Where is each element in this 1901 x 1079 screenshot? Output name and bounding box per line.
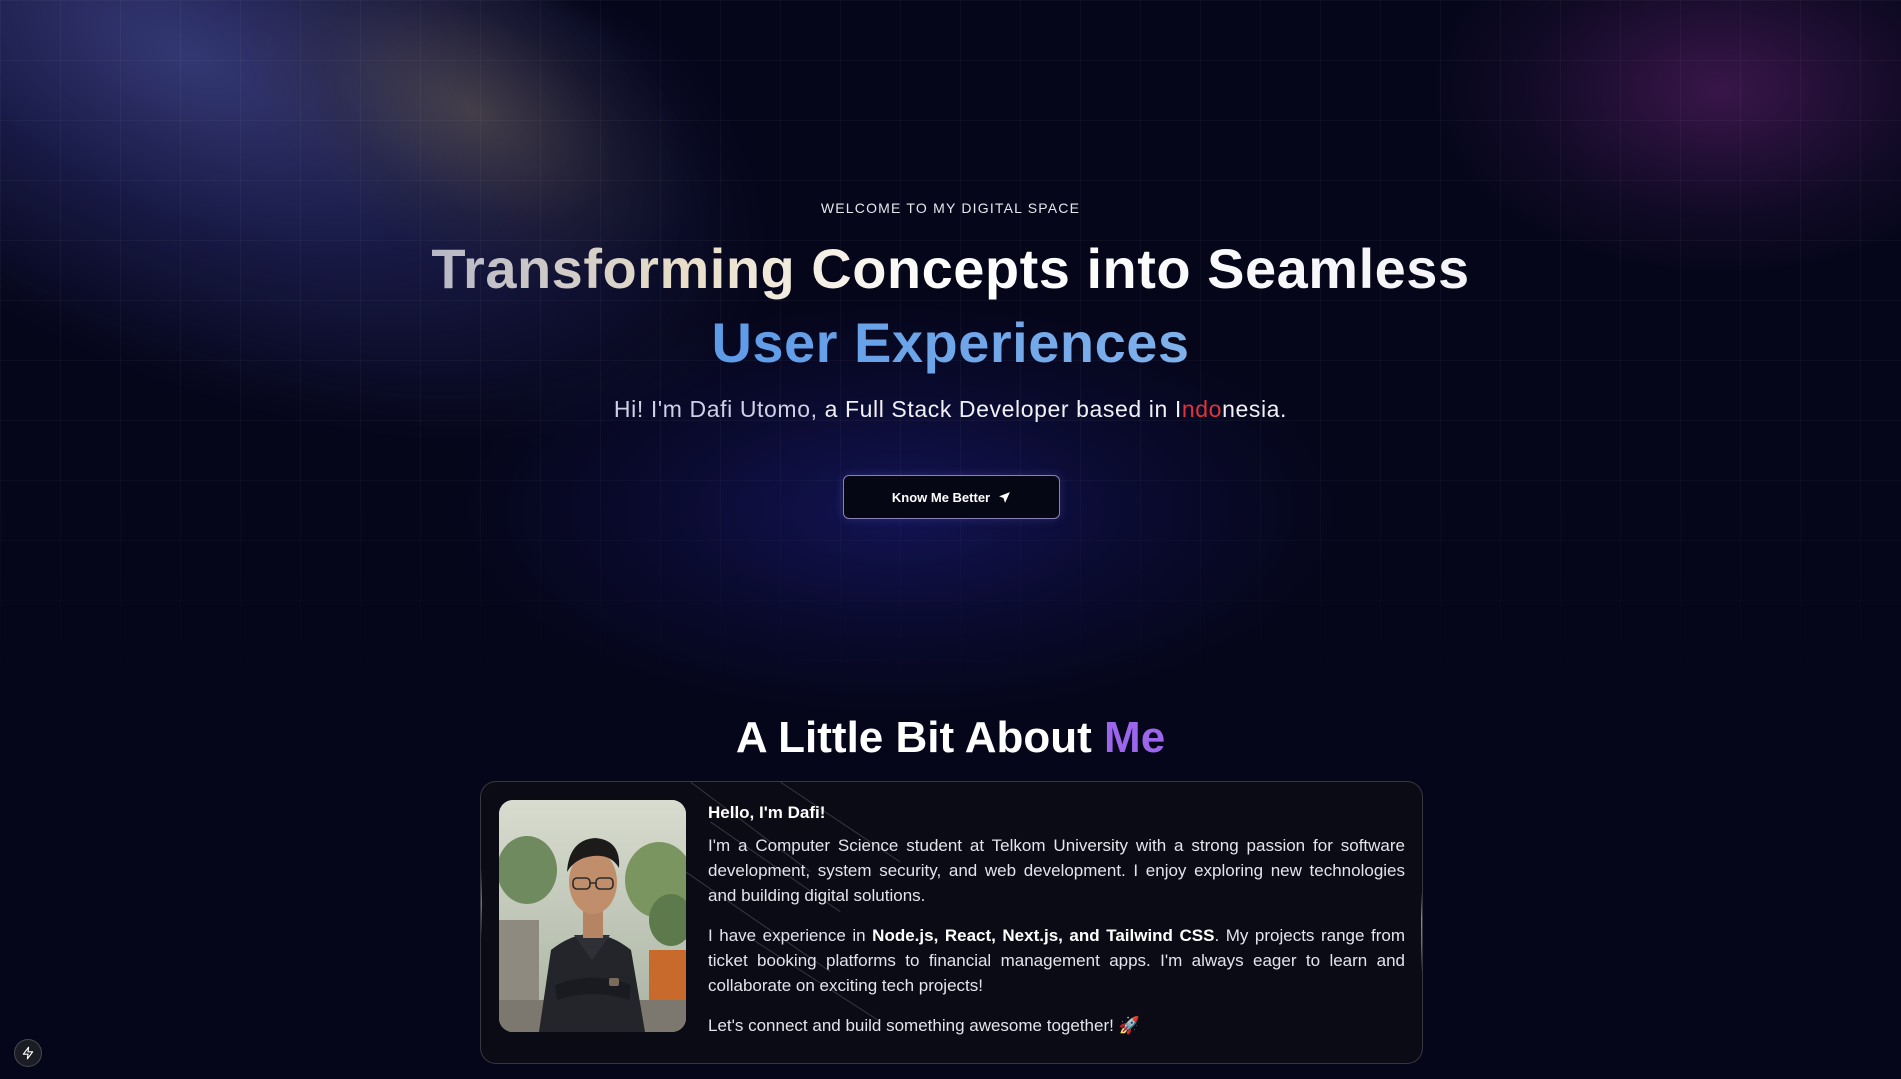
about-greeting: Hello, I'm Dafi! — [708, 803, 826, 822]
hero-headline: Transforming Concepts into Seamless User… — [0, 232, 1901, 380]
about-paragraph-3: Let's connect and build something awesom… — [708, 1016, 1140, 1035]
lightning-badge-button[interactable] — [14, 1039, 42, 1067]
about-title-accent: Me — [1104, 713, 1166, 762]
card-edge-glow-left — [481, 868, 482, 938]
send-arrow-icon — [999, 491, 1011, 503]
profile-photo-illustration — [499, 800, 686, 1032]
hero-headline-line1: Transforming Concepts into Seamless — [431, 232, 1469, 306]
card-edge-glow-right — [1421, 892, 1422, 972]
hero-eyebrow: WELCOME TO MY DIGITAL SPACE — [820, 200, 1081, 216]
know-me-better-label: Know Me Better — [891, 489, 991, 505]
hero-subline-country-2: ndo — [1181, 396, 1223, 422]
about-paragraph-2: I have experience in Node.js, React, Nex… — [708, 923, 1405, 998]
about-paragraph-1: I'm a Computer Science student at Telkom… — [708, 836, 1405, 905]
hero-subline-country-1: I — [1174, 396, 1182, 422]
about-card: Hello, I'm Dafi! I'm a Computer Science … — [480, 781, 1423, 1064]
lightning-icon — [22, 1046, 34, 1060]
profile-photo — [499, 800, 686, 1032]
hero-subline: Hi! I'm Dafi Utomo, a Full Stack Develop… — [0, 396, 1901, 423]
hero-headline-line2: User Experiences — [711, 306, 1189, 380]
know-me-better-button[interactable]: Know Me Better — [843, 475, 1060, 519]
hero-subline-middle: a Full Stack Developer based in — [817, 396, 1175, 422]
hero-subline-country-3: nesia. — [1222, 396, 1288, 422]
about-title-main: A Little Bit About — [735, 713, 1105, 762]
hero-subline-lead: Hi! I'm Dafi Utomo, — [613, 396, 818, 422]
about-paragraph-2-skills: Node.js, React, Next.js, and Tailwind CS… — [872, 926, 1215, 945]
about-paragraph-2-start: I have experience in — [708, 926, 873, 945]
about-title: A Little Bit About Me — [0, 713, 1901, 763]
about-card-text: Hello, I'm Dafi! I'm a Computer Science … — [708, 800, 1405, 1053]
